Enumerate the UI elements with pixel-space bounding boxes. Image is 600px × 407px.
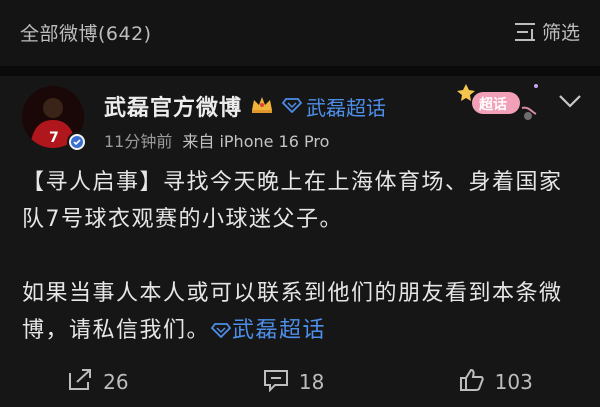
chevron-down-icon[interactable] [558, 93, 582, 113]
divider [0, 66, 600, 76]
filter-label: 筛选 [541, 22, 580, 44]
super-topic-badge-icon[interactable]: 超话 [452, 78, 542, 122]
repost-count: 26 [103, 370, 129, 394]
post-source: 来自 iPhone 16 Pro [182, 132, 330, 151]
post-time: 11分钟前 [104, 132, 173, 151]
post-paragraph: 【寻人启事】寻找今天晚上在上海体育场、身着国家队7号球衣观赛的小球迷父子。 [22, 170, 563, 232]
comment-icon [263, 368, 289, 397]
filter-icon [514, 22, 536, 42]
super-topic-label: 武磊超话 [306, 95, 387, 120]
top-bar: 全部微博(642) 筛选 [0, 0, 600, 66]
diamond-icon [210, 323, 232, 339]
diamond-icon [281, 94, 303, 118]
like-count: 103 [494, 370, 533, 394]
author-name[interactable]: 武磊官方微博 [104, 90, 242, 122]
repost-button[interactable]: 26 [67, 368, 129, 397]
comment-button[interactable]: 18 [263, 368, 324, 397]
inline-topic-label: 武磊超话 [232, 318, 327, 343]
crown-icon [250, 94, 274, 118]
verified-icon [67, 132, 87, 152]
repost-icon [67, 368, 93, 397]
post-content: 【寻人启事】寻找今天晚上在上海体育场、身着国家队7号球衣观赛的小球迷父子。 如果… [22, 164, 582, 349]
super-topic-link[interactable]: 武磊超话 [281, 92, 387, 121]
weibo-post-card[interactable]: 7 武磊官方微博 武磊超话 11分钟前 来自 iPhone 16 Pro 超话 … [0, 76, 600, 407]
comment-count: 18 [298, 370, 325, 394]
post-meta: 11分钟前 来自 iPhone 16 Pro [104, 128, 329, 152]
action-bar: 26 18 103 [0, 364, 600, 400]
author-row: 武磊官方微博 武磊超话 [104, 90, 386, 122]
post-paragraph: 如果当事人本人或可以联系到他们的朋友看到本条微博，请私信我们。 武磊超话 [22, 275, 582, 349]
jersey-number: 7 [49, 130, 59, 146]
page-title: 全部微博(642) [20, 23, 152, 45]
filter-button[interactable]: 筛选 [514, 18, 580, 45]
inline-topic-link[interactable]: 武磊超话 [210, 318, 326, 343]
like-icon [459, 368, 485, 397]
like-button[interactable]: 103 [459, 368, 533, 397]
super-badge-label: 超话 [478, 96, 507, 113]
